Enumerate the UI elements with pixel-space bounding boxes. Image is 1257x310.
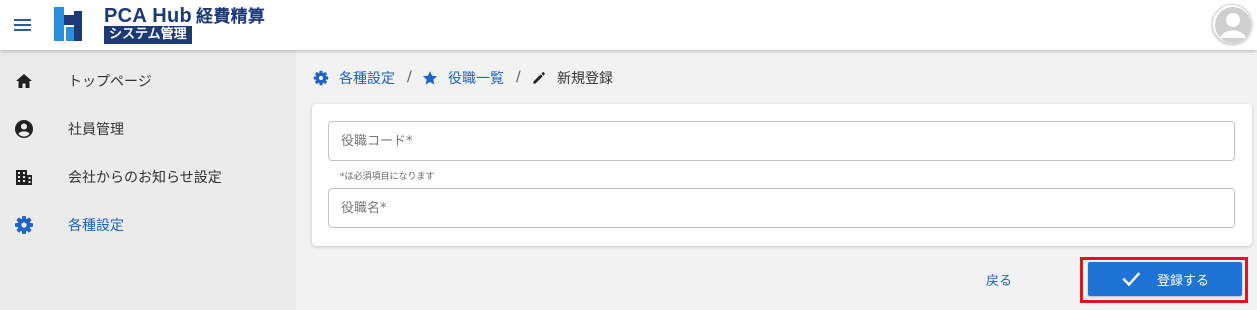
building-icon [16, 170, 32, 185]
brand-name: PCA Hub [104, 5, 193, 27]
back-button[interactable]: 戻る [986, 270, 1012, 289]
sidebar-item-announcements[interactable]: 会社からのお知らせ設定 [0, 153, 296, 201]
breadcrumb-separator: / [516, 69, 521, 85]
sidebar-item-label: 各種設定 [68, 218, 124, 234]
position-name-input[interactable] [329, 189, 1234, 227]
gear-icon [15, 216, 33, 234]
sidebar-item-label: 社員管理 [68, 122, 124, 138]
breadcrumb-label: 新規登録 [557, 71, 613, 87]
home-icon [16, 74, 32, 88]
pca-hub-logo[interactable] [52, 5, 90, 43]
gear-icon [313, 70, 329, 86]
position-code-field[interactable] [328, 121, 1235, 161]
brand-product: 経費精算 [196, 7, 266, 27]
sidebar-item-employees[interactable]: 社員管理 [0, 105, 296, 153]
register-button-label: 登録する [1156, 273, 1209, 289]
position-form-card: *は必須項目になります [312, 104, 1252, 246]
register-button[interactable]: 登録する [1088, 262, 1242, 296]
position-code-input[interactable] [329, 122, 1234, 160]
app-header: PCA Hub 経費精算 システム管理 [0, 0, 1257, 50]
pencil-icon [533, 72, 545, 84]
sidebar-item-label: 会社からのお知らせ設定 [68, 170, 222, 186]
account-circle-icon [15, 120, 33, 138]
breadcrumb-item-positions[interactable]: 役職一覧 [422, 68, 504, 88]
breadcrumb-item-settings[interactable]: 各種設定 [313, 68, 395, 88]
required-note: *は必須項目になります [340, 172, 435, 182]
sidebar: トップページ 社員管理 会社からのお知らせ設定 各種設定 [0, 50, 296, 310]
breadcrumb-label: 各種設定 [339, 71, 395, 87]
position-name-field[interactable] [328, 188, 1235, 228]
star-icon [422, 71, 438, 85]
menu-icon[interactable] [12, 14, 34, 34]
user-avatar-icon[interactable] [1212, 4, 1252, 44]
breadcrumb-label: 役職一覧 [448, 71, 504, 87]
check-icon [1122, 272, 1141, 287]
brand-title: PCA Hub 経費精算 [104, 2, 265, 28]
breadcrumb-item-new: 新規登録 [531, 68, 613, 88]
sidebar-item-settings[interactable]: 各種設定 [0, 201, 296, 249]
sidebar-item-label: トップページ [68, 74, 152, 90]
breadcrumb-separator: / [407, 69, 412, 85]
sidebar-item-top-page[interactable]: トップページ [0, 57, 296, 105]
brand-subtitle: システム管理 [104, 26, 192, 44]
